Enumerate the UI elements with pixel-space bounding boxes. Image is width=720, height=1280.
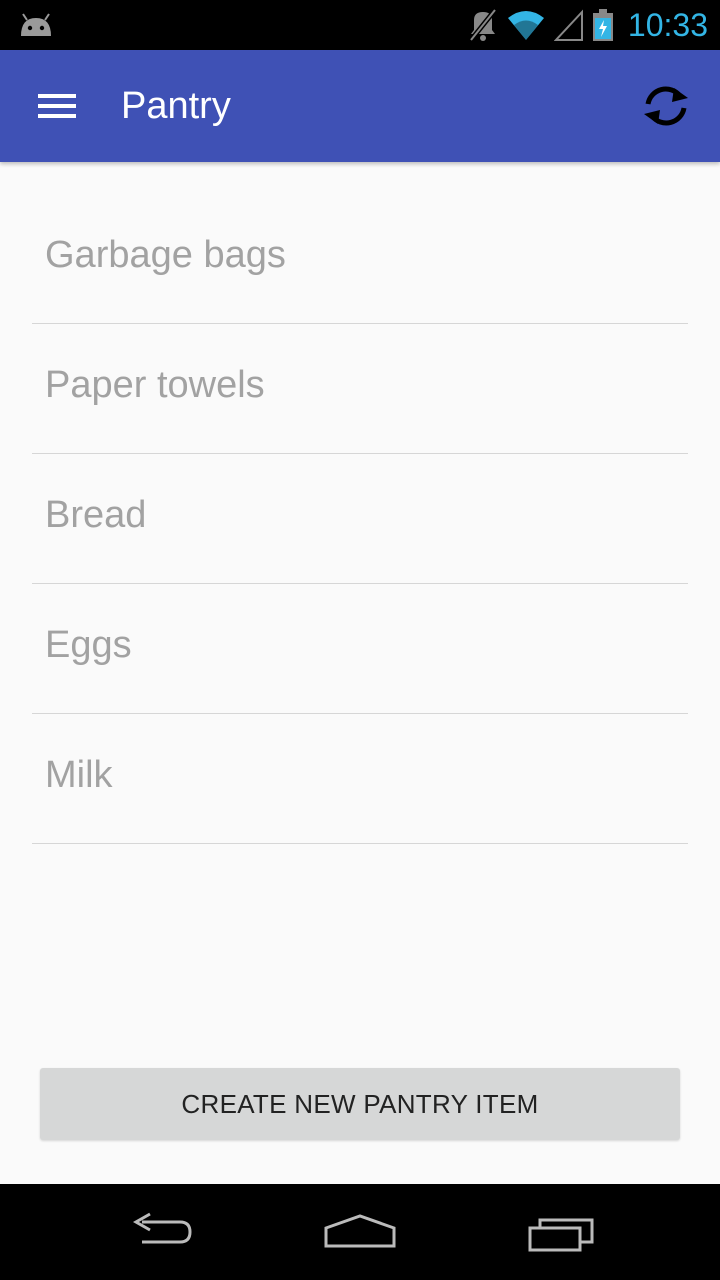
list-item[interactable]: Garbage bags [32, 194, 688, 324]
status-bar: 10:33 [0, 0, 720, 50]
battery-charging-icon [592, 9, 613, 41]
list-item-label: Garbage bags [45, 234, 286, 276]
list-item[interactable]: Paper towels [32, 324, 688, 454]
list-item-label: Eggs [45, 624, 132, 666]
list-item-label: Paper towels [45, 364, 265, 406]
list-item-label: Milk [45, 754, 113, 796]
list-item[interactable]: Milk [32, 714, 688, 844]
wifi-icon [507, 11, 544, 40]
mute-icon [468, 8, 497, 42]
page-title: Pantry [121, 85, 231, 127]
menu-icon[interactable] [28, 86, 84, 126]
list-item-label: Bread [45, 494, 147, 536]
android-icon [21, 13, 51, 36]
back-icon[interactable] [120, 1204, 200, 1260]
sync-icon[interactable] [636, 80, 696, 132]
status-icons: 10:33 [468, 0, 708, 50]
pantry-list: Garbage bags Paper towels Bread Eggs Mil… [32, 194, 688, 844]
list-item[interactable]: Bread [32, 454, 688, 584]
create-pantry-item-button[interactable]: CREATE NEW PANTRY ITEM [40, 1068, 680, 1140]
recents-icon[interactable] [520, 1204, 600, 1260]
signal-icon [553, 9, 583, 41]
navigation-bar [0, 1184, 720, 1280]
home-icon[interactable] [320, 1204, 400, 1260]
clock: 10:33 [627, 6, 708, 43]
app-bar: Pantry [0, 50, 720, 162]
list-item[interactable]: Eggs [32, 584, 688, 714]
